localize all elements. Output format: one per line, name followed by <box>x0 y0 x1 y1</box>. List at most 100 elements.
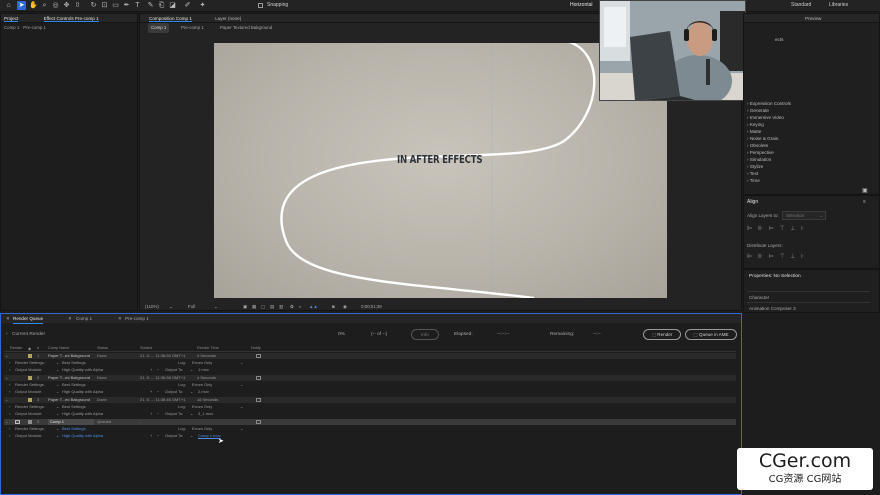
tab-project[interactable]: Project <box>4 16 19 22</box>
snapshot-icon[interactable]: ◙ <box>332 302 335 311</box>
output-module-value[interactable]: High Quality with Alpha <box>62 389 103 395</box>
breadcrumb-comp1[interactable]: Comp 1 <box>148 23 170 33</box>
label-color[interactable] <box>28 376 32 380</box>
chevron-down-icon[interactable]: ⌄ <box>56 411 59 417</box>
roto-brush-icon[interactable]: ✐ <box>183 1 192 10</box>
col-started[interactable]: Started <box>140 346 152 350</box>
effect-category[interactable]: › Expression Controls <box>747 101 791 106</box>
tab-preview[interactable]: Preview <box>805 16 821 21</box>
item-comp-name[interactable]: Paper T...ed Bakground <box>48 353 90 359</box>
close-icon[interactable]: ✕ <box>68 314 72 323</box>
info-button[interactable]: Info <box>411 329 439 340</box>
col-comp-name[interactable]: Comp Name <box>48 346 69 350</box>
effect-category[interactable]: › Text <box>747 171 758 176</box>
chevron-down-icon[interactable]: ⌄ <box>190 433 193 439</box>
zoom-tool-icon[interactable]: ⌕ <box>40 1 49 10</box>
pen-tool-icon[interactable]: ✒ <box>122 1 131 10</box>
add-icon[interactable]: + <box>150 433 152 439</box>
chevron-down-icon[interactable]: ⌄ <box>5 419 8 425</box>
properties-character[interactable]: Character <box>747 291 870 301</box>
distribute-buttons[interactable]: ⊫⊪⊨⊤⊥⊦ <box>747 253 867 261</box>
effect-category[interactable]: › Time <box>747 178 760 183</box>
close-icon[interactable]: ✕ <box>118 314 122 323</box>
zoom-dropdown[interactable]: (110%) <box>145 302 159 311</box>
text-tool-icon[interactable]: T <box>133 1 142 10</box>
chevron-down-icon[interactable]: ⌄ <box>214 302 218 311</box>
properties-animation-composer[interactable]: Animation Composer 3 <box>747 302 870 312</box>
render-item[interactable]: ⌄ 1 Paper T...ed Bakground Done 21. 5. .… <box>4 353 736 359</box>
snapping-checkbox[interactable] <box>258 3 263 8</box>
chevron-down-icon[interactable]: ⌄ <box>56 389 59 395</box>
render-item[interactable]: ⌄ 3 Paper T...ed Bakground Done 21. 5. .… <box>4 397 736 403</box>
chevron-down-icon[interactable]: ⌄ <box>240 404 243 410</box>
notify-checkbox[interactable] <box>256 420 261 424</box>
col-status[interactable]: Status <box>97 346 108 350</box>
chevron-down-icon[interactable]: ⌄ <box>240 360 243 366</box>
label-color[interactable] <box>28 354 32 358</box>
log-value[interactable]: Errors Only <box>192 426 212 432</box>
close-icon[interactable]: ✕ <box>6 314 10 323</box>
output-module-value[interactable]: High Quality with Alpha <box>62 433 103 439</box>
preview-quality-icon[interactable]: ▲▲ <box>309 302 318 311</box>
chevron-down-icon[interactable]: ⌄ <box>240 382 243 388</box>
col-render-time[interactable]: Render Time <box>197 346 219 350</box>
item-comp-name[interactable]: Paper T...ed Bakground <box>48 397 90 403</box>
label-color[interactable] <box>28 398 32 402</box>
selection-tool-icon[interactable]: ➤ <box>17 1 26 10</box>
output-module-value[interactable]: High Quality with Alpha <box>62 411 103 417</box>
workspace-standard[interactable]: Standard <box>791 2 811 8</box>
add-icon[interactable]: + <box>150 389 152 395</box>
log-value[interactable]: Errors Only <box>192 404 212 410</box>
render-settings-value[interactable]: Best Settings <box>62 382 86 388</box>
notify-checkbox[interactable] <box>256 354 261 358</box>
tab-layer[interactable]: Layer (none) <box>215 16 241 21</box>
chevron-down-icon[interactable]: ⌄ <box>5 397 8 403</box>
chevron-down-icon[interactable]: ⌄ <box>190 411 193 417</box>
output-file[interactable]: 1.mov <box>198 367 209 373</box>
effect-category[interactable]: › Immersive Video <box>747 115 784 120</box>
render-item[interactable]: ⌄ 2 Paper T...ed Bakground Done 21. 5. .… <box>4 375 736 381</box>
breadcrumb-precomp1[interactable]: Pre-comp 1 <box>181 23 204 33</box>
exposure-icon[interactable]: ◐ <box>299 302 302 311</box>
align-buttons[interactable]: ⊫⊪⊨⊤⊥⊦ <box>747 225 867 233</box>
timecode-readout[interactable]: 0;00;01;39 <box>361 302 382 311</box>
effect-category[interactable]: › Simulation <box>747 157 771 162</box>
render-settings-value[interactable]: Best Settings <box>62 426 86 432</box>
notify-checkbox[interactable] <box>256 376 261 380</box>
home-icon[interactable]: ⌂ <box>4 1 13 10</box>
log-value[interactable]: Errors Only <box>192 360 212 366</box>
remove-icon[interactable]: − <box>157 389 159 395</box>
mask-icon[interactable]: ▢ <box>261 302 265 311</box>
puppet-tool-icon[interactable]: ✦ <box>198 1 207 10</box>
anchor-tool-icon[interactable]: ⊡ <box>100 1 109 10</box>
add-icon[interactable]: + <box>150 367 152 373</box>
chevron-down-icon[interactable]: ⌄ <box>5 353 8 359</box>
render-checkbox[interactable]: ✓ <box>15 420 20 425</box>
breadcrumb-paper[interactable]: Paper Textured Bakground <box>220 23 272 33</box>
output-file[interactable]: 2.mov <box>198 389 209 395</box>
chevron-down-icon[interactable]: ⌄ <box>56 367 59 373</box>
show-snapshot-icon[interactable]: ◉ <box>343 302 347 311</box>
item-comp-name[interactable]: Comp 1 <box>48 419 94 425</box>
effect-category[interactable]: › Obsolete <box>747 143 768 148</box>
chevron-down-icon[interactable]: ⌄ <box>56 404 59 410</box>
orbit-tool-icon[interactable]: ◎ <box>51 1 60 10</box>
chevron-down-icon[interactable]: ⌄ <box>56 426 59 432</box>
workspace-horizontal[interactable]: Horizontal <box>570 2 593 8</box>
chevron-down-icon[interactable]: ⌄ <box>190 367 193 373</box>
chevron-down-icon[interactable]: ⌄ <box>169 302 173 311</box>
notify-checkbox[interactable] <box>256 398 261 402</box>
resolution-dropdown[interactable]: Full <box>188 302 195 311</box>
tab-composition[interactable]: Composition Comp 1 <box>149 16 192 22</box>
chevron-down-icon[interactable]: ⌄ <box>240 426 243 432</box>
log-value[interactable]: Errors Only <box>192 382 212 388</box>
rotate-tool-icon[interactable]: ↻ <box>89 1 98 10</box>
transparency-grid-icon[interactable]: ▦ <box>252 302 256 311</box>
chevron-down-icon[interactable]: ⌄ <box>5 375 8 381</box>
effect-category[interactable]: › Keying <box>747 122 764 127</box>
effect-category[interactable]: › Noise & Grain <box>747 136 778 141</box>
align-to-dropdown[interactable]: Selection ⌄ <box>782 211 826 220</box>
col-number[interactable]: # <box>37 346 39 350</box>
item-comp-name[interactable]: Paper T...ed Bakground <box>48 375 90 381</box>
chevron-right-icon[interactable]: › <box>6 328 8 342</box>
